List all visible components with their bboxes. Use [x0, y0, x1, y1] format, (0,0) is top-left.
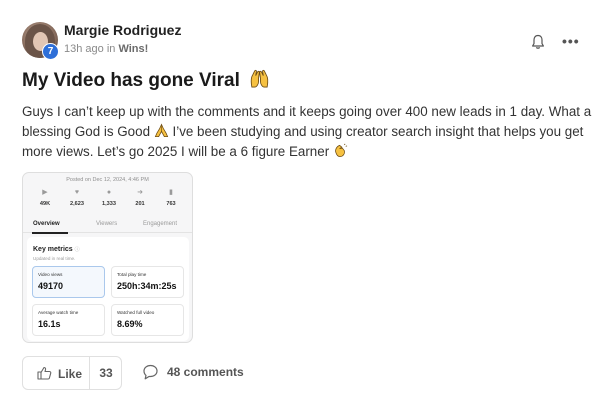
- like-button[interactable]: Like: [23, 357, 90, 389]
- heart-icon: ♥: [74, 189, 80, 196]
- metric-video-views: Video views 49170: [32, 266, 105, 298]
- bookmark-icon: ▮: [169, 189, 173, 196]
- metric-label: Average watch time: [38, 310, 79, 315]
- post-title: My Video has gone Viral: [22, 68, 270, 92]
- more-options-icon[interactable]: •••: [562, 33, 580, 49]
- metric-value: 8.69%: [117, 319, 143, 329]
- key-metrics-title: Key metrics ⓘ: [33, 246, 80, 253]
- comment-bubble-icon: [143, 364, 158, 380]
- embedded-analytics-image[interactable]: Posted on Dec 12, 2024, 4:46 PM ▶ 49K ♥ …: [22, 172, 193, 343]
- tab-viewers: Viewers: [96, 221, 118, 227]
- embed-tabs: Overview Viewers Engagement: [23, 219, 192, 234]
- metric-label: Watched full video: [117, 310, 155, 315]
- stat-shares: ➜ 201: [127, 189, 153, 207]
- post-title-text: My Video has gone Viral: [22, 70, 240, 91]
- bell-icon[interactable]: [531, 34, 545, 50]
- like-label: Like: [58, 367, 83, 381]
- post-card: 7 Margie Rodriguez 13h ago in Wins! ••• …: [0, 0, 611, 400]
- metric-average-watch-time: Average watch time 16.1s: [32, 304, 105, 336]
- thumbs-up-icon: [37, 366, 52, 380]
- comment-icon: ●: [106, 189, 112, 196]
- key-metrics-card: Key metrics ⓘ Updated in real time. Vide…: [27, 237, 189, 341]
- post-body: Guys I can’t keep up with the comments a…: [22, 102, 597, 162]
- tab-engagement: Engagement: [143, 221, 178, 227]
- metric-total-play-time: Total play time 250h:34m:25s: [111, 266, 184, 298]
- comments-label: 48 comments: [167, 365, 244, 379]
- share-icon: ➜: [137, 189, 143, 196]
- post-time: 13h ago in: [64, 43, 116, 55]
- stat-value: 1,333: [102, 201, 116, 207]
- metric-label: Video views: [38, 272, 63, 277]
- post-category[interactable]: Wins!: [118, 43, 148, 55]
- level-badge: 7: [42, 43, 59, 60]
- play-icon: ▶: [42, 189, 48, 196]
- post-meta: 13h ago in Wins!: [64, 43, 148, 55]
- info-icon: ⓘ: [74, 247, 80, 253]
- folded-hands-emoji: [154, 123, 168, 137]
- stat-value: 49K: [39, 201, 51, 207]
- stat-saves: ▮ 763: [158, 189, 184, 207]
- stat-views: ▶ 49K: [32, 189, 58, 207]
- stat-value: 763: [166, 201, 176, 207]
- author-name[interactable]: Margie Rodriguez: [64, 22, 181, 38]
- metric-value: 250h:34m:25s: [117, 281, 177, 291]
- metric-watched-full-video: Watched full video 8.69%: [111, 304, 184, 336]
- tab-overview: Overview: [33, 221, 60, 227]
- raising-hands-emoji: [250, 69, 269, 88]
- clapping-hands-emoji: [335, 143, 348, 157]
- metric-value: 16.1s: [38, 319, 61, 329]
- key-metrics-title-text: Key metrics: [33, 246, 73, 253]
- metric-label: Total play time: [117, 272, 147, 277]
- stat-likes: ♥ 2,623: [64, 189, 90, 207]
- tab-underline: [32, 232, 68, 234]
- stat-comments: ● 1,333: [96, 189, 122, 207]
- key-metrics-subtitle: Updated in real time.: [33, 256, 76, 261]
- like-group: Like 33: [22, 356, 122, 390]
- embed-posted-date: Posted on Dec 12, 2024, 4:46 PM: [66, 177, 149, 183]
- stat-value: 201: [135, 201, 145, 207]
- metric-value: 49170: [38, 281, 64, 291]
- like-count[interactable]: 33: [90, 357, 122, 389]
- stat-value: 2,623: [70, 201, 84, 207]
